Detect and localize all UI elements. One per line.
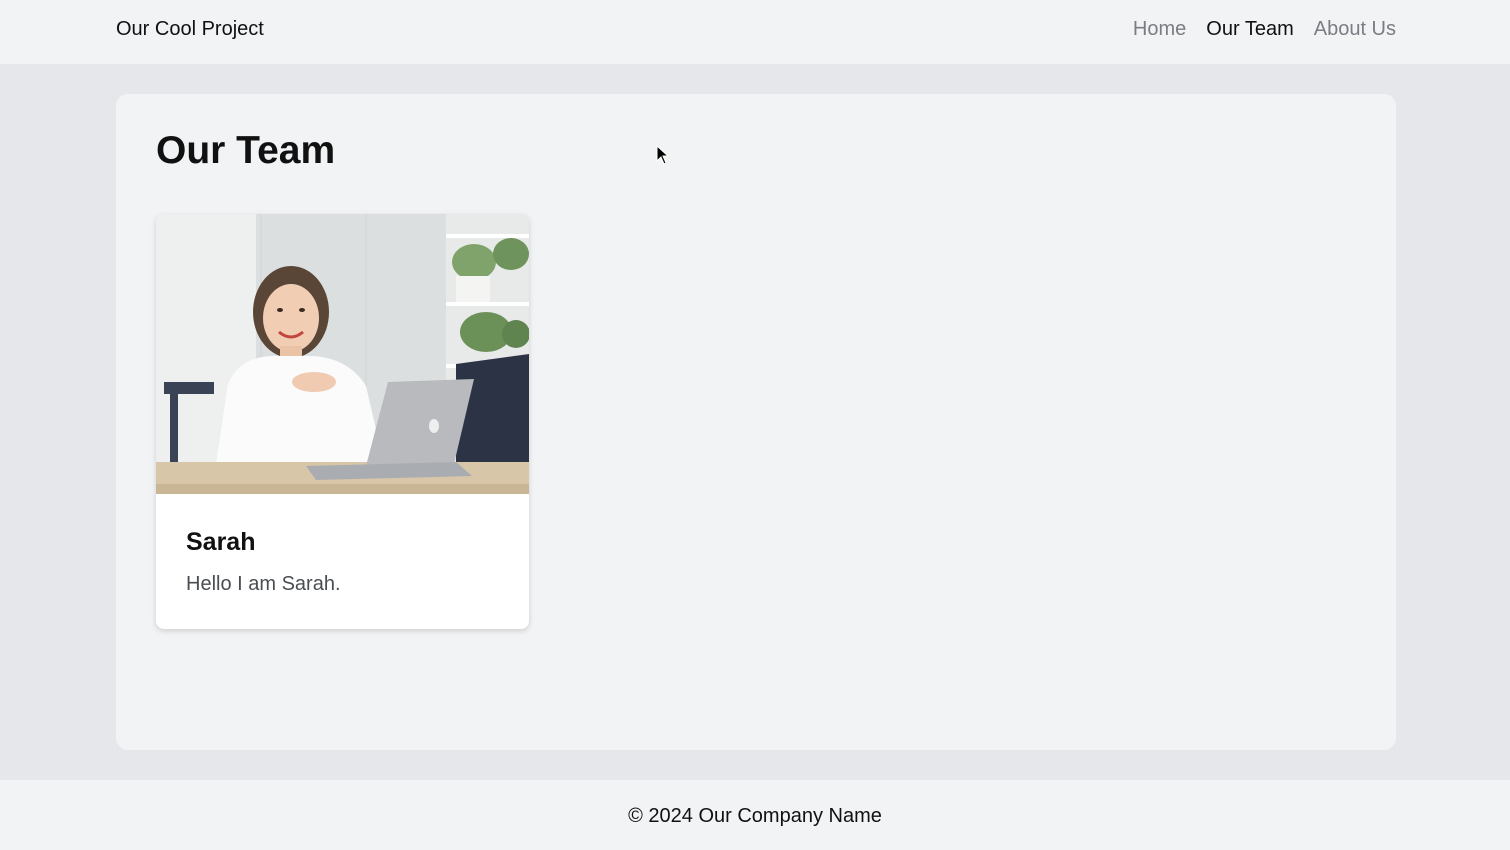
team-member-photo bbox=[156, 214, 529, 494]
nav-link-our-team[interactable]: Our Team bbox=[1206, 17, 1293, 41]
brand-logo-link[interactable]: Our Cool Project bbox=[116, 17, 264, 41]
page-title: Our Team bbox=[156, 129, 336, 172]
copyright-text: © 2024 Our Company Name bbox=[628, 805, 882, 827]
site-footer: © 2024 Our Company Name bbox=[0, 780, 1510, 850]
nav-link-about-us[interactable]: About Us bbox=[1314, 17, 1396, 41]
team-member-bio: Hello I am Sarah. bbox=[186, 573, 341, 595]
site-header: Our Cool Project Home Our Team About Us bbox=[0, 0, 1510, 64]
mouse-pointer-icon bbox=[656, 145, 670, 165]
team-member-card: Sarah Hello I am Sarah. bbox=[156, 214, 529, 629]
nav-link-home[interactable]: Home bbox=[1133, 17, 1186, 41]
main-nav: Home Our Team About Us bbox=[1133, 17, 1396, 41]
team-member-name: Sarah bbox=[186, 528, 256, 556]
main-content-panel: Our Team Sarah Hello I am Sarah. bbox=[116, 94, 1396, 750]
